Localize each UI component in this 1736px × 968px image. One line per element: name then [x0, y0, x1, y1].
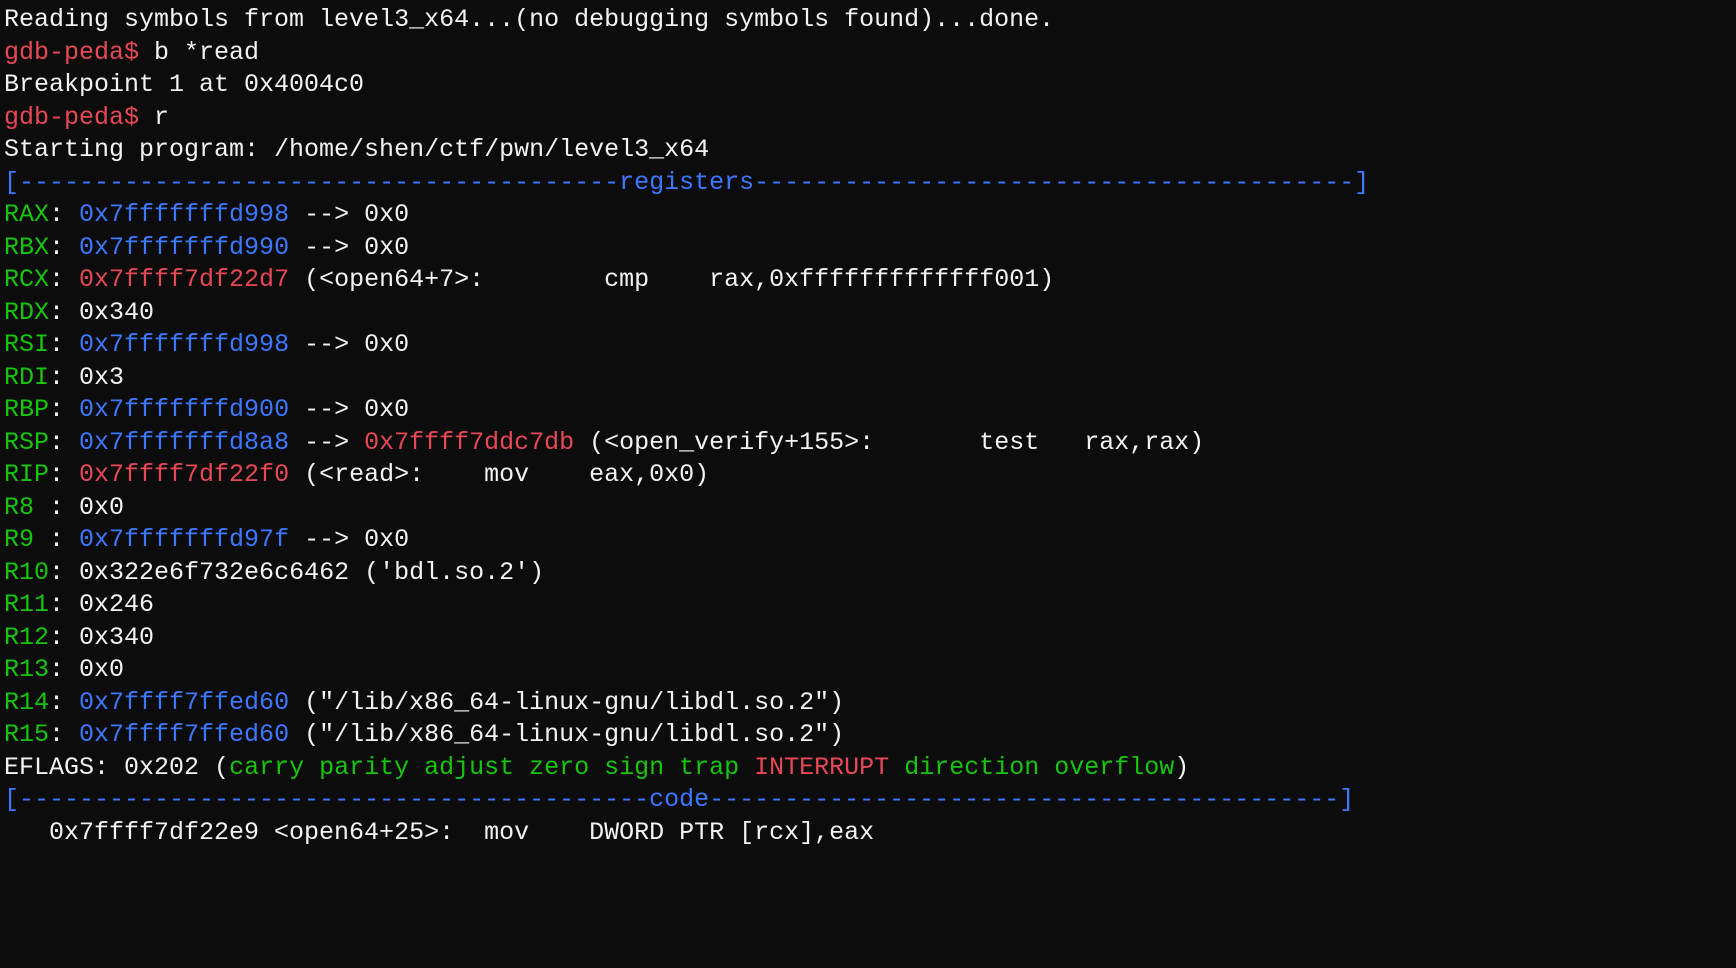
reg-rcx-name: RCX	[4, 265, 49, 294]
reg-rbp-addr: 0x7fffffffd900	[79, 395, 289, 424]
reg-rbp-val: 0x0	[364, 395, 409, 424]
reg-r10-val: 0x322e6f732e6c6462	[79, 558, 349, 587]
reg-r13-name: R13	[4, 655, 49, 684]
arrow: -->	[289, 233, 364, 262]
eflags-off1: carry parity adjust zero sign trap	[229, 753, 754, 782]
reg-r15-rest: ("/lib/x86_64-linux-gnu/libdl.so.2")	[289, 720, 844, 749]
arrow: -->	[289, 525, 364, 554]
arrow: -->	[289, 428, 364, 457]
reg-rsp-rest: (<open_verify+155>: test rax,rax)	[574, 428, 1204, 457]
colon: :	[49, 298, 79, 327]
terminal-output[interactable]: Reading symbols from level3_x64...(no de…	[4, 4, 1732, 849]
colon: :	[49, 330, 79, 359]
reg-r11-name: R11	[4, 590, 49, 619]
reg-rdi-val: 0x3	[79, 363, 124, 392]
colon: :	[49, 525, 79, 554]
reg-rbx-name: RBX	[4, 233, 49, 262]
reg-r13-val: 0x0	[79, 655, 124, 684]
arrow: -->	[289, 200, 364, 229]
colon: :	[49, 233, 79, 262]
reg-r14-name: R14	[4, 688, 49, 717]
starting-program-line: Starting program: /home/shen/ctf/pwn/lev…	[4, 135, 709, 164]
colon: :	[49, 265, 79, 294]
reg-rsi-val: 0x0	[364, 330, 409, 359]
reg-rax-addr: 0x7fffffffd998	[79, 200, 289, 229]
reading-symbols-line: Reading symbols from level3_x64...(no de…	[4, 5, 1054, 34]
code-line-rest: mov DWORD PTR [rcx],eax	[454, 818, 874, 847]
reg-rdx-name: RDX	[4, 298, 49, 327]
eflags-off2: direction overflow	[889, 753, 1174, 782]
colon: :	[49, 200, 79, 229]
eflags-close: )	[1174, 753, 1189, 782]
reg-r11-val: 0x246	[79, 590, 154, 619]
reg-rsp-addr: 0x7fffffffd8a8	[79, 428, 289, 457]
reg-rip-addr: 0x7ffff7df22f0	[79, 460, 289, 489]
reg-r10-name: R10	[4, 558, 49, 587]
reg-r9-name: R9	[4, 525, 49, 554]
reg-r10-extra: ('bdl.so.2')	[349, 558, 544, 587]
reg-r9-val: 0x0	[364, 525, 409, 554]
reg-r12-val: 0x340	[79, 623, 154, 652]
reg-r12-name: R12	[4, 623, 49, 652]
reg-r8-name: R8	[4, 493, 49, 522]
colon: :	[49, 395, 79, 424]
reg-r15-addr: 0x7ffff7ffed60	[79, 720, 289, 749]
reg-rip-rest: (<read>: mov eax,0x0)	[289, 460, 709, 489]
reg-rdx-val: 0x340	[79, 298, 154, 327]
code-line-addr: 0x7ffff7df22e9 <open64+25>:	[4, 818, 454, 847]
reg-rsp-name: RSP	[4, 428, 49, 457]
colon: :	[49, 558, 79, 587]
section-header-registers: [---------------------------------------…	[4, 168, 1369, 197]
arrow: -->	[289, 330, 364, 359]
reg-rcx-addr: 0x7ffff7df22d7	[79, 265, 289, 294]
reg-r15-name: R15	[4, 720, 49, 749]
colon: :	[49, 363, 79, 392]
reg-rbp-name: RBP	[4, 395, 49, 424]
reg-rsi-addr: 0x7fffffffd998	[79, 330, 289, 359]
reg-rsp-addr2: 0x7ffff7ddc7db	[364, 428, 574, 457]
reg-rax-name: RAX	[4, 200, 49, 229]
reg-r8-val: 0x0	[79, 493, 124, 522]
colon: :	[49, 688, 79, 717]
colon: :	[49, 428, 79, 457]
reg-r9-addr: 0x7fffffffd97f	[79, 525, 289, 554]
command-r: r	[139, 103, 169, 132]
reg-r14-rest: ("/lib/x86_64-linux-gnu/libdl.so.2")	[289, 688, 844, 717]
colon: :	[94, 753, 124, 782]
reg-rax-val: 0x0	[364, 200, 409, 229]
colon: :	[49, 720, 79, 749]
reg-rdi-name: RDI	[4, 363, 49, 392]
arrow: -->	[289, 395, 364, 424]
command-b: b *read	[139, 38, 259, 67]
colon: :	[49, 460, 79, 489]
gdb-prompt: gdb-peda$	[4, 103, 139, 132]
eflags-val: 0x202	[124, 753, 199, 782]
reg-r14-addr: 0x7ffff7ffed60	[79, 688, 289, 717]
reg-rcx-rest: (<open64+7>: cmp rax,0xfffffffffffff001)	[289, 265, 1054, 294]
colon: :	[49, 590, 79, 619]
section-header-code: [---------------------------------------…	[4, 785, 1354, 814]
gdb-prompt: gdb-peda$	[4, 38, 139, 67]
breakpoint-line: Breakpoint 1 at 0x4004c0	[4, 70, 364, 99]
eflags-interrupt: INTERRUPT	[754, 753, 889, 782]
reg-rsi-name: RSI	[4, 330, 49, 359]
reg-rbx-addr: 0x7fffffffd990	[79, 233, 289, 262]
colon: :	[49, 655, 79, 684]
colon: :	[49, 493, 79, 522]
eflags-open: (	[199, 753, 229, 782]
reg-rip-name: RIP	[4, 460, 49, 489]
eflags-label: EFLAGS	[4, 753, 94, 782]
reg-rbx-val: 0x0	[364, 233, 409, 262]
colon: :	[49, 623, 79, 652]
